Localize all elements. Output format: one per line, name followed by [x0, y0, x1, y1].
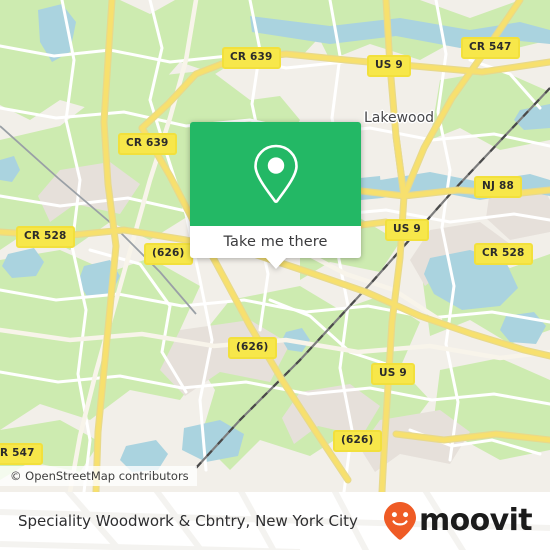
- take-me-there-label: Take me there: [223, 234, 328, 250]
- road-shield-us9-lower: US 9: [371, 363, 415, 385]
- road-shield-cr639-left: CR 639: [118, 133, 177, 155]
- map-pin-icon: [253, 144, 298, 204]
- road-shield-nj88: NJ 88: [474, 176, 522, 198]
- moovit-smiley-pin-icon: [383, 502, 416, 540]
- take-me-there-button[interactable]: Take me there: [190, 226, 361, 269]
- road-shield-626-upper: (626): [144, 243, 193, 265]
- road-shield-us9-mid: US 9: [385, 219, 429, 241]
- bottom-info-bar: Speciality Woodwork & Cbntry, New York C…: [0, 492, 550, 550]
- popup-pointer-tail: [264, 257, 287, 269]
- moovit-map-screen: Lakewood CR 639 US 9 CR 547 CR 639 NJ 88…: [0, 0, 550, 550]
- attribution-text: © OpenStreetMap contributors: [10, 469, 189, 483]
- road-shield-us9-top: US 9: [367, 55, 411, 77]
- road-shield-cr639-top: CR 639: [222, 47, 281, 69]
- place-popup-card[interactable]: Take me there: [190, 122, 361, 269]
- moovit-wordmark: moovit: [418, 503, 533, 538]
- road-shield-cr528-right: CR 528: [474, 243, 533, 265]
- road-shield-626-mid: (626): [228, 337, 277, 359]
- road-shield-cr528-left: CR 528: [16, 226, 75, 248]
- map-canvas[interactable]: Lakewood CR 639 US 9 CR 547 CR 639 NJ 88…: [0, 0, 550, 492]
- road-shield-cr547-top: CR 547: [461, 37, 520, 59]
- popup-photo-placeholder: [190, 122, 361, 226]
- road-shield-626-lower: (626): [333, 430, 382, 452]
- place-title: Speciality Woodwork & Cbntry, New York C…: [18, 512, 358, 530]
- map-attribution[interactable]: © OpenStreetMap contributors: [0, 466, 197, 486]
- place-label-lakewood: Lakewood: [364, 110, 435, 126]
- moovit-logo[interactable]: moovit: [383, 501, 533, 541]
- road-shield-cr547-bottom-clipped: R 547: [0, 443, 43, 465]
